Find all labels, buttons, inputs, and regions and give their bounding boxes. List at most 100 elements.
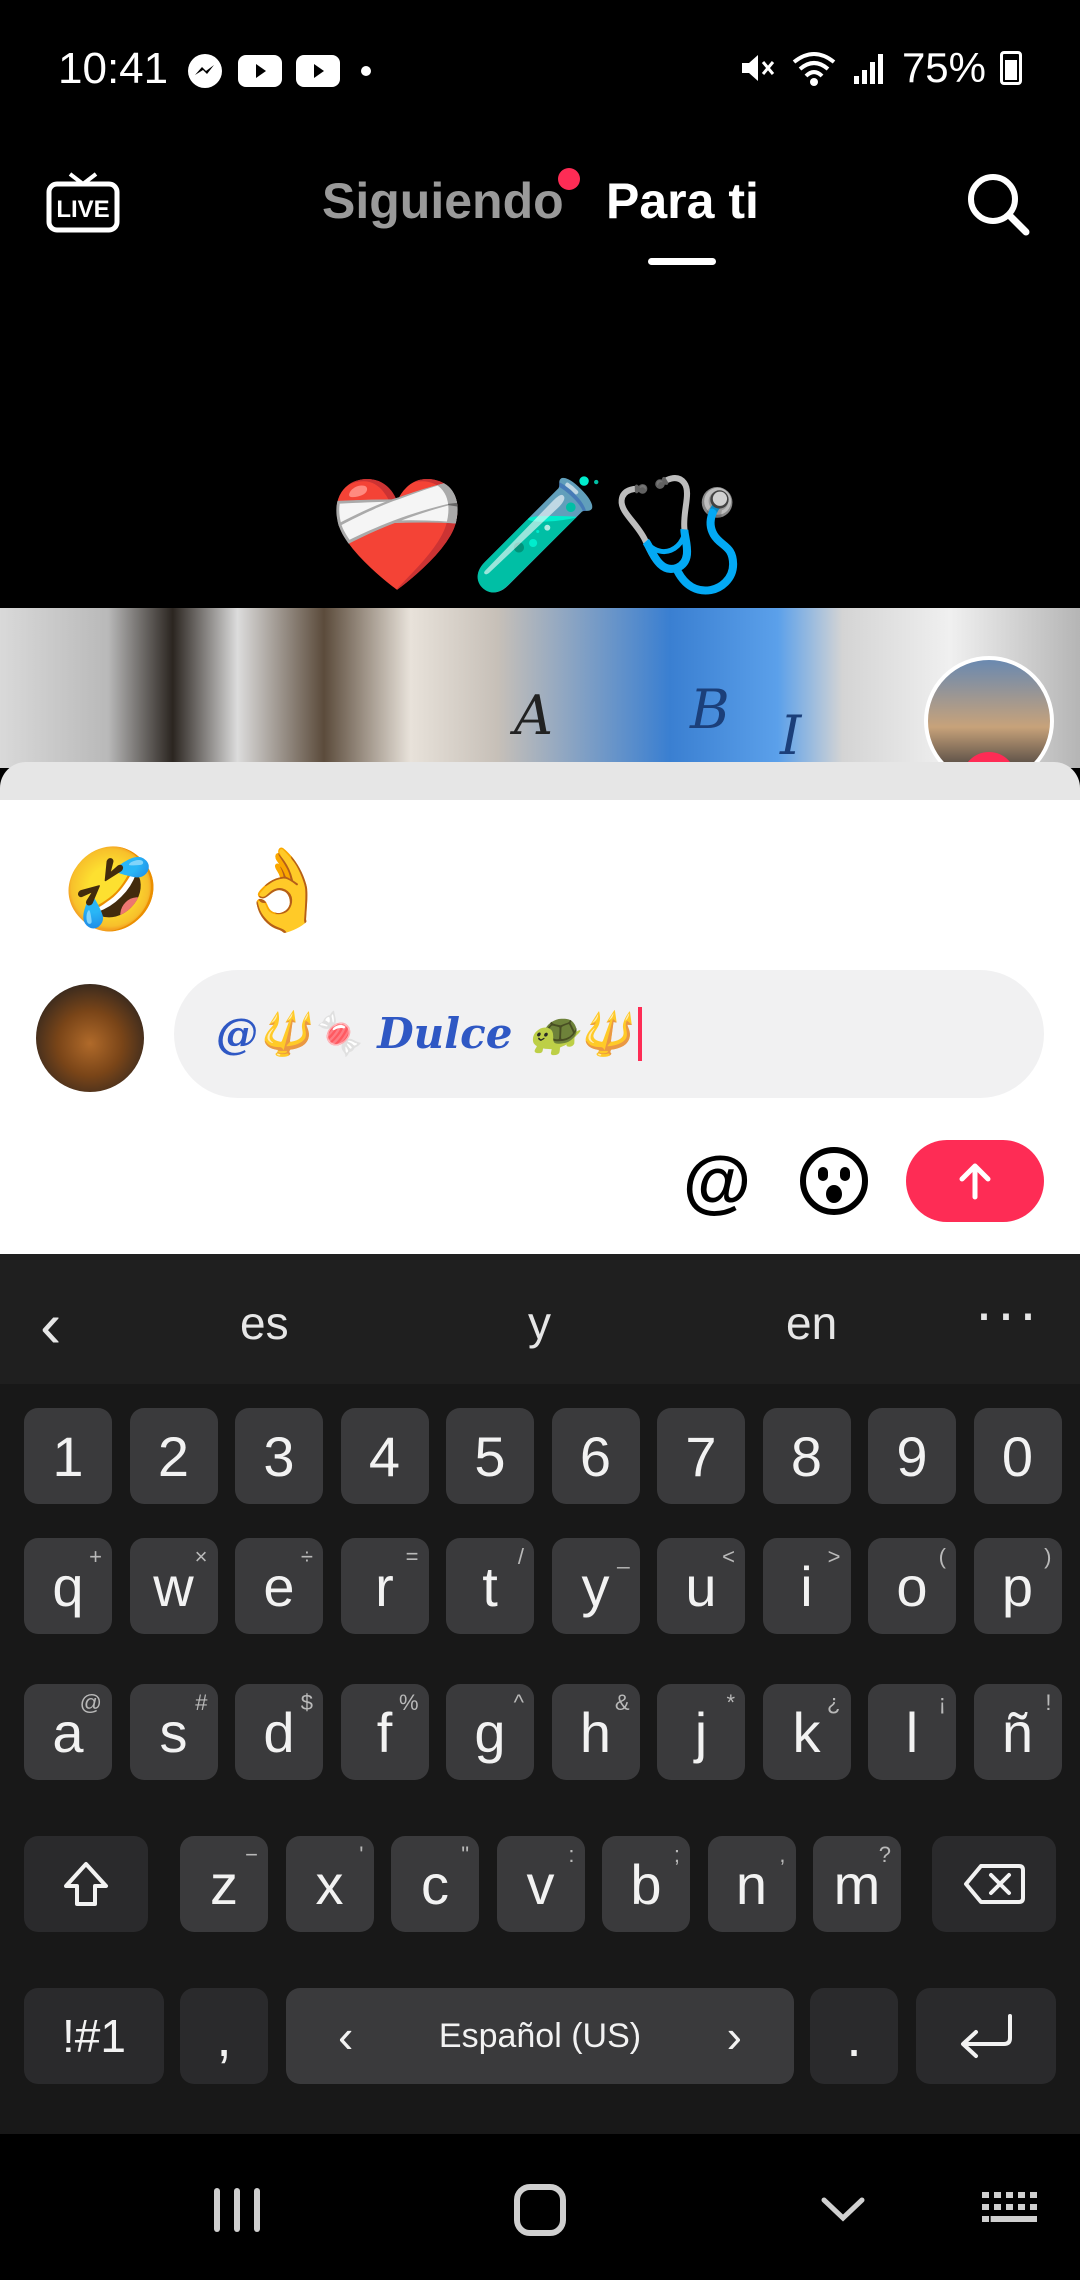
chevron-right-icon: › (726, 2010, 742, 2062)
key-label: , (216, 2004, 232, 2068)
key-label: 1 (52, 1424, 84, 1488)
key-label: t (482, 1554, 498, 1618)
key-f[interactable]: f% (340, 1684, 429, 1780)
period-key[interactable]: . (810, 1988, 898, 2084)
more-options-icon[interactable]: ··· (974, 1278, 1040, 1347)
youtube-icon (238, 55, 282, 87)
suggestion-bar: ‹ es y en ··· (0, 1254, 1080, 1384)
send-button[interactable] (906, 1140, 1044, 1222)
key-alt-label: ^ (513, 1690, 524, 1715)
emoji-sweat-smile[interactable]: 😅 (394, 840, 514, 940)
key-label: c (421, 1852, 449, 1916)
key-9[interactable]: 9 (868, 1408, 956, 1504)
key-label: f (376, 1700, 393, 1764)
key-o[interactable]: o( (868, 1538, 956, 1634)
key-s[interactable]: s # (129, 1684, 218, 1780)
key-j[interactable]: j * (657, 1684, 745, 1780)
key-i[interactable]: i > (762, 1538, 851, 1634)
key-label: 9 (896, 1424, 928, 1488)
keyboard-icon[interactable] (980, 2188, 1040, 2228)
key-label: z (210, 1852, 238, 1916)
key-2[interactable]: 2 (129, 1408, 218, 1504)
emoji-face-icon[interactable] (800, 1147, 868, 1215)
chevron-down-icon[interactable] (818, 2184, 868, 2234)
key-z[interactable]: z − (180, 1836, 268, 1932)
key-y[interactable]: y _ (551, 1538, 640, 1634)
key-label: g (474, 1700, 506, 1764)
shift-key[interactable] (24, 1836, 148, 1932)
video-overlay-emoji: ❤️‍🩹🧪🩺 (328, 473, 752, 596)
backspace-key[interactable] (932, 1836, 1056, 1932)
notification-icons (186, 52, 378, 90)
key-x[interactable]: x ' (285, 1836, 374, 1932)
key-q[interactable]: q + (24, 1538, 112, 1634)
arrow-up-icon (959, 1163, 991, 1200)
hand-letter: A (514, 684, 553, 747)
search-icon[interactable] (964, 170, 1032, 238)
key-alt-label: × (194, 1544, 208, 1569)
key-7[interactable]: 7 (657, 1408, 745, 1504)
mention-button[interactable]: @ (672, 1141, 762, 1221)
feed-header: LIVE Siguiendo Para ti (0, 150, 1080, 280)
key-label: 8 (790, 1424, 823, 1488)
key-b[interactable]: b; (602, 1836, 690, 1932)
key-a[interactable]: a @ (24, 1684, 112, 1780)
key-alt-label: # (195, 1690, 208, 1715)
emoji-ok-hand[interactable]: 👌 (223, 840, 343, 940)
key-u[interactable]: u < (657, 1538, 745, 1634)
key-r[interactable]: r = (340, 1538, 429, 1634)
key-p[interactable]: p) (973, 1538, 1062, 1634)
comment-input-text[interactable]: @🔱🍬 Dulce 🐢🔱 (216, 1009, 632, 1059)
key-8[interactable]: 8 (762, 1408, 851, 1504)
key-n[interactable]: n, (707, 1836, 796, 1932)
key-4[interactable]: 4 (340, 1408, 429, 1504)
key-alt-label: ? (878, 1842, 891, 1867)
comment-input[interactable]: @🔱🍬 Dulce 🐢🔱 (174, 970, 1044, 1098)
suggestion-word[interactable]: es (240, 1296, 289, 1350)
emoji-rofl[interactable]: 🤣 (52, 840, 172, 940)
key-label: o (896, 1554, 928, 1618)
key-label: m (833, 1852, 881, 1916)
live-icon[interactable]: LIVE (46, 170, 120, 234)
key-label: e (263, 1554, 295, 1618)
home-icon[interactable] (514, 2184, 566, 2236)
key-k[interactable]: k ¿ (762, 1684, 851, 1780)
messenger-icon (188, 54, 222, 88)
key-h[interactable]: h & (551, 1684, 640, 1780)
key-ñ[interactable]: ñ! (973, 1684, 1062, 1780)
key-alt-label: _ (617, 1544, 630, 1569)
suggestion-word[interactable]: en (786, 1296, 837, 1350)
tab-following[interactable]: Siguiendo (322, 172, 564, 230)
key-t[interactable]: t / (446, 1538, 534, 1634)
key-c[interactable]: c " (391, 1836, 479, 1932)
comma-key[interactable]: , (180, 1988, 268, 2084)
key-0[interactable]: 0 (973, 1408, 1062, 1504)
recents-icon[interactable] (214, 2188, 262, 2232)
suggestion-word[interactable]: y (528, 1296, 551, 1350)
emoji-pensive[interactable]: 😔 (908, 840, 1028, 940)
battery-icon (1000, 51, 1022, 85)
key-v[interactable]: v: (496, 1836, 585, 1932)
emoji-wink-tongue[interactable]: 😜 (566, 840, 686, 940)
key-alt-label: % (398, 1690, 419, 1715)
active-tab-indicator (648, 258, 716, 265)
key-m[interactable]: m? (813, 1836, 901, 1932)
key-e[interactable]: e ÷ (235, 1538, 323, 1634)
chevron-left-icon[interactable]: ‹ (40, 1288, 61, 1362)
tab-for-you[interactable]: Para ti (606, 172, 759, 230)
enter-key[interactable] (916, 1988, 1056, 2084)
key-3[interactable]: 3 (235, 1408, 323, 1504)
key-g[interactable]: g ^ (446, 1684, 534, 1780)
space-bar[interactable]: ‹ Español (US) › (286, 1988, 794, 2084)
key-alt-label: ) (1044, 1544, 1052, 1569)
symbols-key[interactable]: !#1 (24, 1988, 164, 2084)
key-label: x (315, 1852, 344, 1916)
emoji-blush[interactable]: 😊 (737, 840, 857, 940)
key-l[interactable]: l ¡ (868, 1684, 956, 1780)
key-6[interactable]: 6 (551, 1408, 640, 1504)
key-d[interactable]: d $ (235, 1684, 323, 1780)
key-w[interactable]: w × (129, 1538, 218, 1634)
video-frame[interactable]: A B I (0, 608, 1080, 768)
key-5[interactable]: 5 (446, 1408, 534, 1504)
key-1[interactable]: 1 (24, 1408, 112, 1504)
